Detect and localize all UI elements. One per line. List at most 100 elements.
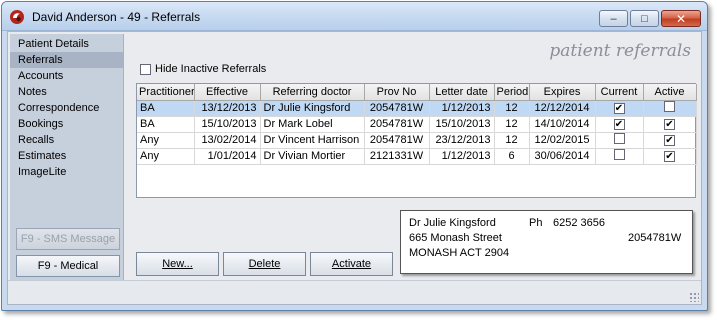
table-row[interactable]: Any 1/01/2014 Dr Vivian Mortier 2121331W… (137, 148, 697, 165)
cell-letter-date: 1/12/2013 (429, 148, 495, 165)
sidebar: Patient Details Referrals Accounts Notes… (10, 34, 124, 292)
cell-referring-doctor: Dr Julie Kingsford (260, 100, 365, 117)
close-button[interactable]: ✕ (661, 10, 701, 27)
cell-current (595, 132, 644, 149)
sidebar-item-notes[interactable]: Notes (10, 84, 123, 100)
active-checkbox[interactable] (664, 101, 675, 112)
new-referral-button[interactable]: New... (136, 252, 219, 276)
hide-inactive-checkbox[interactable]: Hide Inactive Referrals (140, 63, 266, 75)
cell-effective: 13/12/2013 (194, 100, 261, 117)
sidebar-item-recalls[interactable]: Recalls (10, 132, 123, 148)
cell-current: ✔ (595, 100, 644, 117)
title-bar[interactable]: David Anderson - 49 - Referrals ‒ □ ✕ (2, 2, 707, 31)
detail-phone: 6252 3656 (553, 217, 605, 229)
referral-detail-panel: Dr Julie Kingsford Ph 6252 3656 665 Mona… (400, 210, 693, 274)
medical-director-button[interactable]: F9 - Medical Director (16, 255, 120, 292)
column-header-period[interactable]: Period (494, 84, 530, 101)
detail-phone-label: Ph (529, 217, 543, 229)
cell-period: 12 (494, 116, 530, 133)
active-checkbox[interactable]: ✔ (664, 151, 675, 163)
section-subtitle: patient referrals (549, 41, 691, 61)
cell-referring-doctor: Dr Vivian Mortier (260, 148, 365, 165)
cell-prov-no: 2121331W (364, 148, 430, 165)
sidebar-item-correspondence[interactable]: Correspondence (10, 100, 123, 116)
column-header-prov-no[interactable]: Prov No (364, 84, 430, 101)
table-row[interactable]: Any 13/02/2014 Dr Vincent Harrison 20547… (137, 132, 697, 149)
current-checkbox[interactable]: ✔ (613, 119, 625, 131)
cell-prov-no: 2054781W (364, 132, 430, 149)
maximize-icon: □ (641, 12, 648, 25)
minimize-button[interactable]: ‒ (599, 10, 628, 27)
close-icon: ✕ (675, 11, 687, 26)
sidebar-item-accounts[interactable]: Accounts (10, 68, 123, 84)
cell-active (643, 100, 697, 117)
detail-address-line1: 665 Monash Street (409, 232, 502, 244)
cell-referring-doctor: Dr Mark Lobel (260, 116, 365, 133)
column-header-active[interactable]: Active (643, 84, 697, 101)
current-checkbox[interactable] (613, 149, 625, 160)
activate-button-label: Activate (331, 258, 372, 270)
current-checkbox[interactable]: ✔ (613, 103, 625, 115)
sms-message-button[interactable]: F9 - SMS Message (16, 228, 120, 250)
detail-address-line2: MONASH ACT 2904 (409, 247, 510, 259)
activate-button[interactable]: Activate (310, 252, 393, 276)
cell-expires: 12/02/2015 (529, 132, 596, 149)
app-logo-icon (10, 10, 24, 24)
cell-practitioner: BA (137, 100, 195, 117)
cell-period: 12 (494, 100, 530, 117)
cell-practitioner: Any (137, 132, 195, 149)
cell-referring-doctor: Dr Vincent Harrison (260, 132, 365, 149)
table-row[interactable]: BA 13/12/2013 Dr Julie Kingsford 2054781… (137, 100, 697, 117)
cell-prov-no: 2054781W (364, 100, 430, 117)
status-bar (8, 280, 701, 304)
column-header-referring-doctor[interactable]: Referring doctor (260, 84, 365, 101)
cell-effective: 13/02/2014 (194, 132, 261, 149)
window-body: Patient Details Referrals Accounts Notes… (7, 31, 702, 305)
cell-period: 6 (494, 148, 530, 165)
cell-period: 12 (494, 132, 530, 149)
cell-active: ✔ (643, 116, 697, 133)
delete-button-label: Delete (248, 258, 281, 270)
minimize-icon: ‒ (610, 12, 617, 25)
cell-expires: 14/10/2014 (529, 116, 596, 133)
current-checkbox[interactable] (613, 133, 625, 144)
table-row[interactable]: BA 15/10/2013 Dr Mark Lobel 2054781W 15/… (137, 116, 697, 133)
cell-expires: 12/12/2014 (529, 100, 596, 117)
sidebar-item-estimates[interactable]: Estimates (10, 148, 123, 164)
active-checkbox[interactable]: ✔ (664, 119, 675, 131)
detail-prov-no: 2054781W (628, 232, 682, 244)
cell-prov-no: 2054781W (364, 116, 430, 133)
resize-grip-icon[interactable] (689, 292, 699, 302)
column-header-effective[interactable]: Effective (194, 84, 261, 101)
cell-active: ✔ (643, 132, 697, 149)
detail-doctor-name: Dr Julie Kingsford (409, 217, 496, 229)
column-header-practitioner[interactable]: Practitioner (137, 84, 195, 101)
cell-practitioner: Any (137, 148, 195, 165)
sidebar-item-patient-details[interactable]: Patient Details (10, 36, 123, 52)
cell-active: ✔ (643, 148, 697, 165)
cell-effective: 15/10/2013 (194, 116, 261, 133)
cell-current: ✔ (595, 116, 644, 133)
window-title: David Anderson - 49 - Referrals (32, 10, 201, 24)
cell-expires: 30/06/2014 (529, 148, 596, 165)
maximize-button[interactable]: □ (630, 10, 659, 27)
checkbox-box[interactable] (140, 63, 151, 75)
referrals-grid: Practitioner Effective Referring doctor … (136, 83, 697, 198)
column-header-current[interactable]: Current (595, 84, 644, 101)
cell-practitioner: BA (137, 116, 195, 133)
referrals-window: David Anderson - 49 - Referrals ‒ □ ✕ Pa… (1, 1, 708, 311)
cell-letter-date: 1/12/2013 (429, 100, 495, 117)
column-header-letter-date[interactable]: Letter date (429, 84, 495, 101)
hide-inactive-label: Hide Inactive Referrals (155, 63, 267, 75)
active-checkbox[interactable]: ✔ (664, 135, 675, 147)
grid-header-row: Practitioner Effective Referring doctor … (137, 84, 697, 101)
column-header-expires[interactable]: Expires (529, 84, 596, 101)
cell-letter-date: 15/10/2013 (429, 116, 495, 133)
delete-button[interactable]: Delete (223, 252, 306, 276)
cell-letter-date: 23/12/2013 (429, 132, 495, 149)
sidebar-item-referrals[interactable]: Referrals (10, 52, 123, 68)
new-button-label: New... (162, 258, 193, 270)
sidebar-item-bookings[interactable]: Bookings (10, 116, 123, 132)
sidebar-item-imagelite[interactable]: ImageLite (10, 164, 123, 180)
cell-current (595, 148, 644, 165)
